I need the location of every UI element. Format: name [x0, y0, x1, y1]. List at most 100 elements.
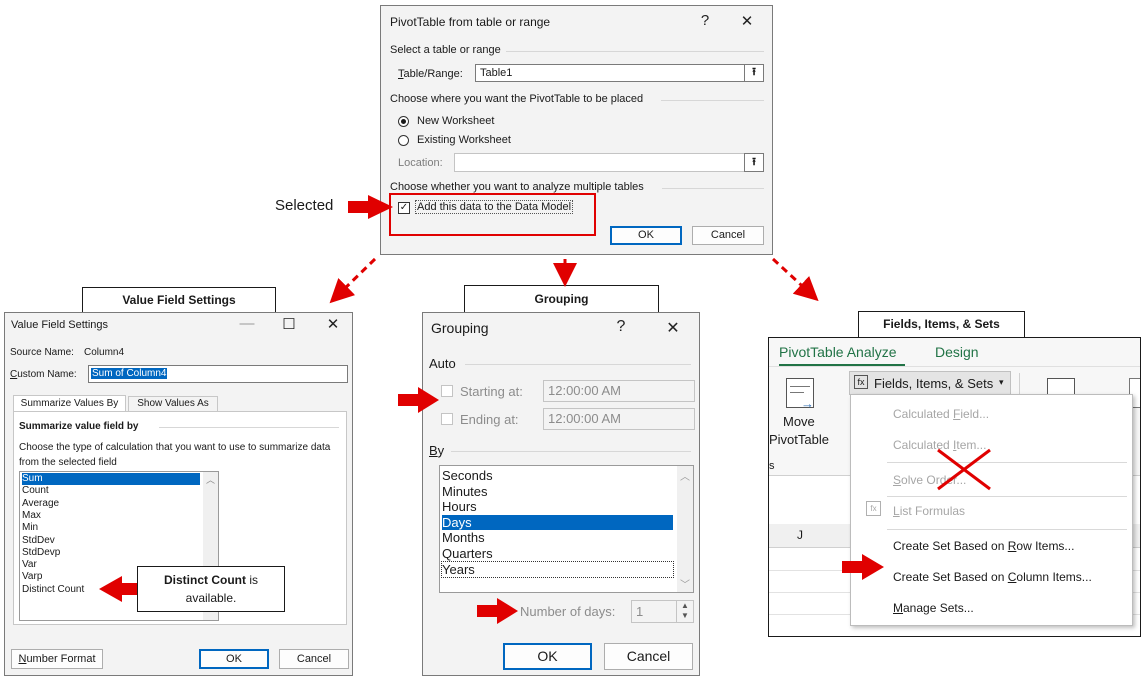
- function-list-item[interactable]: StdDevp: [22, 547, 200, 559]
- close-icon[interactable]: ✕: [665, 318, 681, 338]
- number-format-button[interactable]: Number Format: [11, 649, 103, 669]
- new-worksheet-radio[interactable]: [398, 116, 409, 127]
- move-arrow: →: [801, 396, 814, 411]
- connector-arrow-right: [771, 257, 819, 302]
- fields-items-sets-menu: Calculated Field... Calculated Item... S…: [850, 394, 1133, 626]
- close-icon[interactable]: ✕: [325, 315, 341, 333]
- function-list-item[interactable]: Sum: [22, 473, 200, 485]
- help-icon[interactable]: ?: [697, 12, 713, 29]
- number-of-days-input[interactable]: 1: [631, 600, 677, 623]
- value-field-settings-caption: Value Field Settings: [82, 287, 276, 313]
- cancel-button[interactable]: Cancel: [692, 226, 764, 245]
- grouping-unit-item[interactable]: Quarters: [442, 546, 673, 561]
- menu-create-set-rows[interactable]: Create Set Based on Row Items...: [893, 539, 1074, 553]
- scroll-up-icon[interactable]: ︿: [680, 468, 690, 483]
- tab-summarize-values[interactable]: Summarize Values By: [13, 395, 126, 412]
- list-formulas-icon: fx: [866, 501, 881, 516]
- ok-button[interactable]: OK: [199, 649, 269, 669]
- menu-manage-sets[interactable]: Manage Sets...: [893, 601, 974, 615]
- grouping-unit-item[interactable]: Years: [441, 560, 674, 578]
- existing-worksheet-radio[interactable]: [398, 135, 409, 146]
- move-pivottable-icon[interactable]: →: [786, 378, 814, 411]
- function-list-item[interactable]: Min: [22, 522, 200, 534]
- move-label-line1[interactable]: Move: [783, 414, 815, 429]
- ok-button[interactable]: OK: [610, 226, 682, 245]
- callout-bold-text: Distinct Count: [163, 573, 246, 587]
- grouping-unit-item[interactable]: Hours: [442, 499, 673, 514]
- ribbon-group-label-fragment: s: [769, 460, 775, 472]
- grouping-units-listbox[interactable]: Seconds Minutes Hours Days Months Quarters Yea…: [439, 465, 694, 593]
- location-input[interactable]: [454, 153, 746, 172]
- section-auto: Auto: [429, 356, 456, 371]
- location-label: Location:: [398, 157, 443, 169]
- maximize-icon[interactable]: ☐: [281, 315, 297, 333]
- menu-separator: [887, 496, 1127, 497]
- cancel-button[interactable]: Cancel: [279, 649, 349, 669]
- function-list-item[interactable]: Average: [22, 498, 200, 510]
- function-list-item[interactable]: Count: [22, 485, 200, 497]
- move-label-line2[interactable]: PivotTable: [769, 432, 829, 447]
- menu-separator: [887, 529, 1127, 530]
- section-placement: Choose where you want the PivotTable to …: [390, 93, 644, 105]
- dialog-title: PivotTable from table or range: [390, 15, 551, 29]
- scroll-up-icon[interactable]: ︿: [206, 473, 215, 486]
- tab-design[interactable]: Design: [935, 344, 979, 360]
- selected-annotation: Selected: [275, 197, 334, 214]
- tab-pivottable-analyze[interactable]: PivotTable Analyze: [779, 344, 897, 360]
- tab-show-values-as[interactable]: Show Values As: [128, 396, 218, 412]
- summarize-heading: Summarize value field by: [19, 421, 139, 432]
- grouping-caption: Grouping: [464, 285, 659, 313]
- section-multiple-tables: Choose whether you want to analyze multi…: [390, 181, 644, 193]
- dialog-title: Value Field Settings: [11, 319, 109, 331]
- menu-calculated-field[interactable]: Calculated Field...: [893, 407, 989, 421]
- range-picker-icon[interactable]: ⭱: [744, 64, 764, 82]
- column-header-j[interactable]: J: [797, 528, 803, 542]
- menu-list-formulas[interactable]: List Formulas: [893, 504, 965, 518]
- grouping-unit-item[interactable]: Months: [442, 530, 673, 545]
- menu-calculated-item[interactable]: Calculated Item...: [893, 438, 986, 452]
- table-range-input[interactable]: Table1: [475, 64, 746, 82]
- grouping-unit-item[interactable]: Seconds: [442, 468, 673, 483]
- close-icon[interactable]: ✕: [739, 12, 755, 30]
- ending-at-checkbox[interactable]: [441, 413, 453, 425]
- grouping-unit-item[interactable]: Minutes: [442, 484, 673, 499]
- minimize-icon[interactable]: —: [239, 315, 255, 332]
- divider: [465, 364, 691, 365]
- divider: [506, 51, 764, 52]
- scroll-down-icon[interactable]: ﹀: [680, 576, 690, 591]
- ending-at-label: Ending at:: [460, 412, 519, 427]
- value-field-settings-dialog: Value Field Settings — ☐ ✕ Source Name: …: [4, 312, 353, 676]
- starting-at-input[interactable]: 12:00:00 AM: [543, 380, 695, 402]
- grid-line: [790, 392, 804, 393]
- distinct-count-callout: Distinct Count is available.: [137, 566, 285, 612]
- help-icon[interactable]: ?: [613, 318, 629, 336]
- cancel-button[interactable]: Cancel: [604, 643, 693, 670]
- menu-create-set-columns[interactable]: Create Set Based on Column Items...: [893, 570, 1092, 584]
- dialog-title: Grouping: [431, 320, 489, 336]
- divider: [661, 100, 764, 101]
- instructions-text: Choose the type of calculation that you …: [19, 442, 331, 468]
- days-spinner[interactable]: ▲ ▼: [676, 600, 694, 623]
- custom-name-input[interactable]: Sum of Column4: [88, 365, 348, 383]
- number-of-days-label: Number of days:: [520, 604, 616, 619]
- fields-items-sets-label: Fields, Items, & Sets: [874, 376, 994, 391]
- connector-arrow-left: [329, 257, 377, 304]
- menu-solve-order[interactable]: Solve Order...: [893, 473, 966, 487]
- fields-items-sets-dropdown[interactable]: fx Fields, Items, & Sets ▾: [849, 371, 1011, 395]
- grid-line: [790, 386, 810, 387]
- ok-button[interactable]: OK: [503, 643, 592, 670]
- grouping-unit-item[interactable]: Days: [442, 514, 673, 530]
- starting-at-checkbox[interactable]: [441, 385, 453, 397]
- function-list-item[interactable]: StdDev: [22, 535, 200, 547]
- divider: [662, 188, 764, 189]
- ending-at-input[interactable]: 12:00:00 AM: [543, 408, 695, 430]
- source-name-label: Source Name:: [10, 347, 74, 358]
- existing-worksheet-label[interactable]: Existing Worksheet: [417, 134, 511, 146]
- new-worksheet-label[interactable]: New Worksheet: [417, 115, 494, 127]
- location-picker-icon[interactable]: ⭱: [744, 153, 764, 172]
- divider: [159, 427, 339, 428]
- section-by: By: [429, 443, 445, 458]
- scrollbar[interactable]: ︿ ﹀: [677, 466, 693, 592]
- function-list-item[interactable]: Max: [22, 510, 200, 522]
- section-select-table: Select a table or range: [390, 44, 501, 56]
